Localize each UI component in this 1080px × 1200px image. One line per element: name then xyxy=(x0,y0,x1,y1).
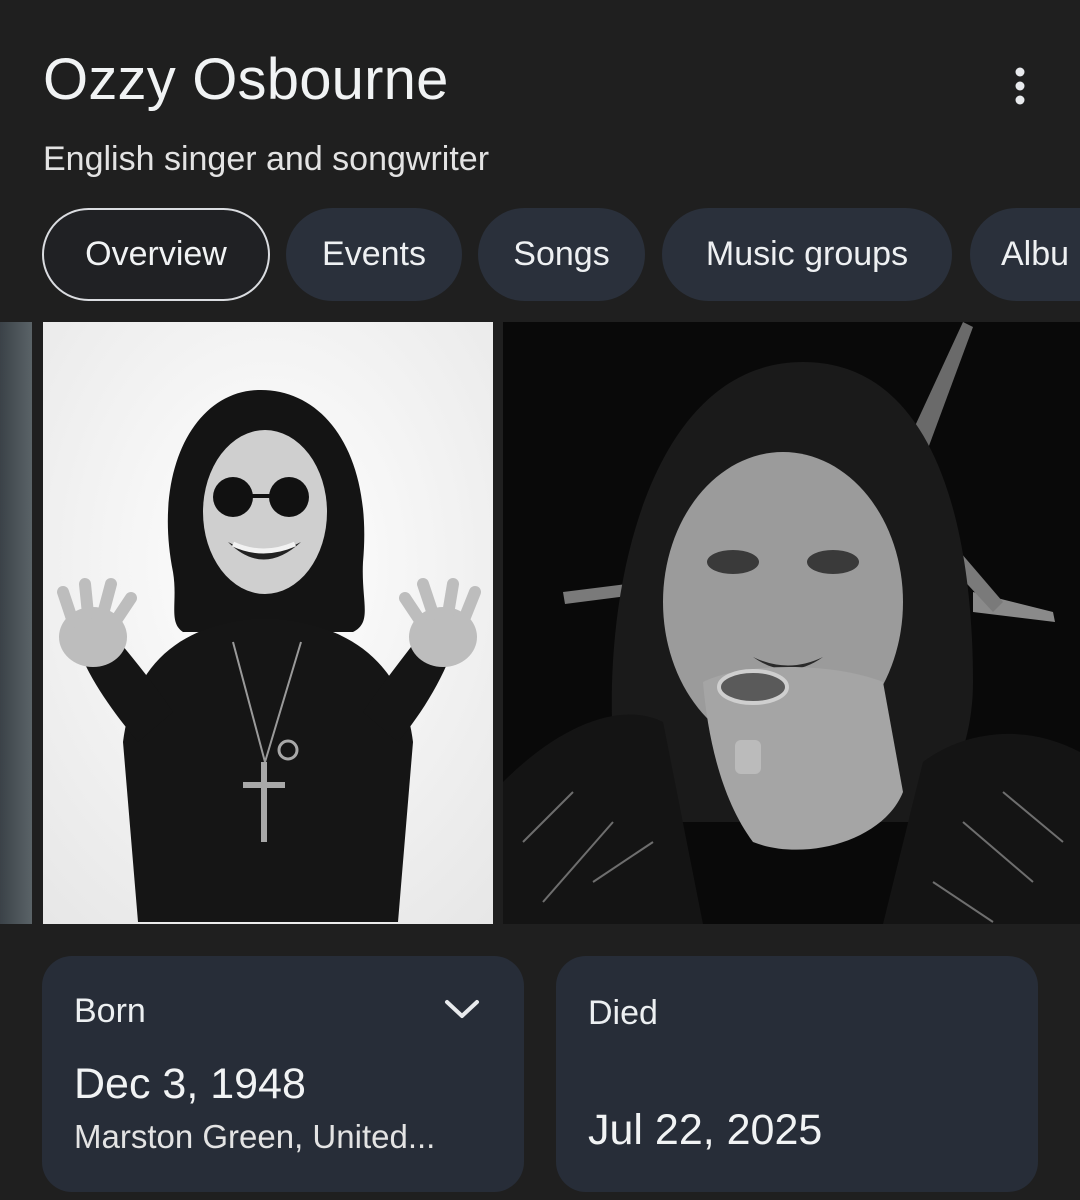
page-subtitle: English singer and songwriter xyxy=(43,140,490,178)
previous-image-partial[interactable] xyxy=(0,322,32,924)
born-place: Marston Green, United... xyxy=(74,1118,436,1155)
knowledge-panel: Ozzy Osbourne English singer and songwri… xyxy=(0,0,1080,1200)
tab-events[interactable]: Events xyxy=(286,208,462,301)
tab-label: Overview xyxy=(85,235,227,273)
more-options-button[interactable] xyxy=(998,62,1042,110)
tab-music-groups[interactable]: Music groups xyxy=(662,208,952,301)
tab-bar: Overview Events Songs Music groups Albu xyxy=(0,208,1080,302)
tab-label: Songs xyxy=(513,235,610,273)
died-label: Died xyxy=(588,994,658,1032)
tab-albums[interactable]: Albu xyxy=(970,208,1080,301)
ozzy-photo-dark-background[interactable] xyxy=(503,322,1080,924)
died-date: Jul 22, 2025 xyxy=(588,1106,823,1154)
tab-songs[interactable]: Songs xyxy=(478,208,645,301)
died-card[interactable]: Died Jul 22, 2025 xyxy=(556,956,1038,1192)
tab-label: Events xyxy=(322,235,426,273)
tab-label: Music groups xyxy=(705,235,909,273)
tab-label: Albu xyxy=(1001,235,1070,273)
tab-overview[interactable]: Overview xyxy=(42,208,270,301)
page-title: Ozzy Osbourne xyxy=(43,47,449,112)
ozzy-photo-white-background[interactable] xyxy=(43,322,493,924)
image-gallery[interactable] xyxy=(0,322,1080,924)
more-vert-icon xyxy=(1015,67,1025,105)
born-date: Dec 3, 1948 xyxy=(74,1060,306,1108)
born-label: Born xyxy=(74,992,146,1030)
chevron-down-icon[interactable] xyxy=(442,994,482,1024)
born-card[interactable]: Born Dec 3, 1948 Marston Green, United..… xyxy=(42,956,524,1192)
